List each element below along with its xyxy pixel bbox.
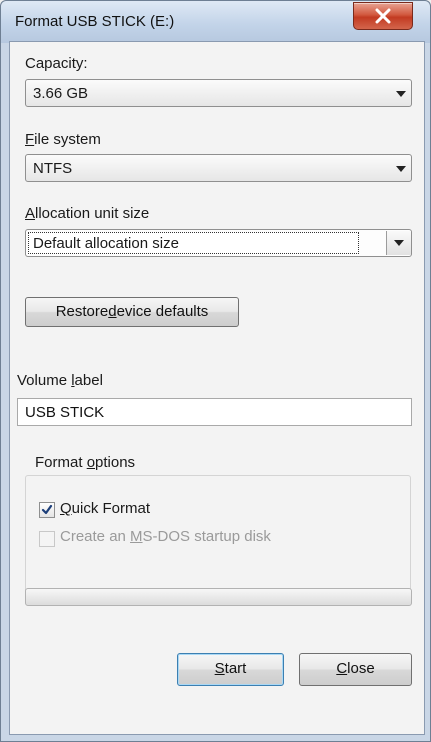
- file-system-value: NTFS: [33, 160, 73, 177]
- dialog-body: Capacity: 3.66 GB File system NTFS Alloc…: [9, 41, 425, 735]
- window-title: Format USB STICK (E:): [15, 13, 175, 30]
- close-icon: [375, 8, 391, 24]
- capacity-value: 3.66 GB: [33, 85, 89, 102]
- quick-format-checkbox[interactable]: [39, 502, 55, 518]
- volume-label-textbox[interactable]: [17, 398, 412, 426]
- restore-button-label: Restore device defaults: [55, 303, 209, 320]
- allocation-unit-label: Allocation unit size: [25, 205, 150, 222]
- allocation-dropdown-button[interactable]: [386, 231, 411, 255]
- file-system-label: File system: [25, 131, 101, 148]
- msdos-startup-checkbox[interactable]: [39, 531, 55, 547]
- format-options-title: Format options: [32, 454, 139, 471]
- msdos-startup-label: Create an MS-DOS startup disk: [60, 528, 271, 545]
- capacity-dropdown[interactable]: 3.66 GB: [25, 79, 412, 107]
- volume-label-input[interactable]: [18, 399, 411, 425]
- allocation-unit-field[interactable]: Default allocation size: [28, 232, 359, 254]
- chevron-down-icon: [396, 166, 406, 172]
- close-button[interactable]: Close: [299, 653, 412, 686]
- format-dialog-window: Format USB STICK (E:) Capacity: 3.66 GB …: [0, 0, 431, 742]
- volume-label-label: Volume label: [17, 372, 103, 389]
- start-button-label: Start: [214, 660, 247, 677]
- close-button-label: Close: [336, 660, 375, 677]
- title-bar[interactable]: Format USB STICK (E:): [1, 1, 430, 43]
- quick-format-label[interactable]: Quick Format: [60, 500, 150, 517]
- close-window-button[interactable]: [353, 2, 413, 30]
- checkmark-icon: [41, 504, 53, 515]
- allocation-unit-dropdown[interactable]: Default allocation size: [25, 229, 412, 257]
- chevron-down-icon: [394, 240, 404, 246]
- capacity-label: Capacity:: [25, 55, 88, 72]
- restore-device-defaults-button[interactable]: Restore device defaults: [25, 297, 239, 327]
- format-progress-bar: [25, 588, 412, 606]
- allocation-unit-value: Default allocation size: [33, 235, 179, 252]
- file-system-dropdown[interactable]: NTFS: [25, 154, 412, 182]
- start-button[interactable]: Start: [177, 653, 284, 686]
- chevron-down-icon: [396, 91, 406, 97]
